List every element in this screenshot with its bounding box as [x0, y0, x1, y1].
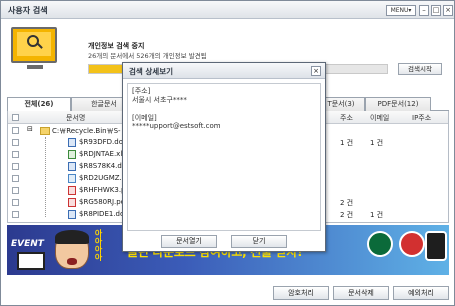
dialog-title: 검색 상세보기 [129, 67, 174, 76]
col-name: 문서명 [66, 114, 86, 122]
row-checkbox[interactable] [12, 175, 19, 182]
docx-file-icon [68, 210, 76, 219]
row-checkbox[interactable] [12, 127, 19, 134]
delete-document-button[interactable]: 문서삭제 [333, 286, 389, 300]
tab-all[interactable]: 전체(26) [7, 97, 71, 112]
detail-content: [주소] 서울시 서초구**** [이메일] *****upport@estso… [127, 83, 321, 231]
row-checkbox[interactable] [12, 211, 19, 218]
col-email: 이메일 [370, 114, 390, 122]
docx-file-icon [68, 162, 76, 171]
dialog-close-icon[interactable]: × [311, 66, 321, 76]
collapse-toggle[interactable]: ⊟ [27, 125, 33, 133]
search-detail-dialog: 검색 상세보기 × [주소] 서울시 서초구**** [이메일] *****up… [122, 62, 326, 252]
tab-pdf[interactable]: PDF문서(12) [365, 97, 431, 111]
close-button[interactable]: × [443, 5, 453, 16]
open-document-button[interactable]: 문서열기 [161, 235, 217, 248]
row-checkbox[interactable] [12, 163, 19, 170]
folder-path: C:￦Recycle.Bin￦S- [52, 127, 121, 135]
row-checkbox[interactable] [12, 139, 19, 146]
file-name: $RG580RJ.pdf [79, 198, 128, 206]
gift-device-icon [425, 231, 447, 261]
detail-line: *****upport@estsoft.com [132, 122, 221, 130]
screaming-person-illustration [55, 230, 89, 269]
dialog-title-bar: 검색 상세보기 [123, 63, 325, 79]
monitor-illustration [17, 252, 45, 270]
minimize-button[interactable]: – [419, 5, 429, 16]
menu-button[interactable]: MENU▾ [386, 5, 416, 16]
scan-status-subtitle: 26개의 문서에서 526개의 개인정보 발견됨 [88, 52, 207, 60]
col-address: 주소 [340, 114, 353, 122]
row-checkbox[interactable] [12, 151, 19, 158]
select-all-checkbox[interactable] [12, 114, 19, 121]
file-name: $R93DFD.doc [79, 138, 127, 146]
monitor-search-icon [11, 27, 57, 69]
dialog-close-button[interactable]: 닫기 [231, 235, 287, 248]
address-count: 2 건 [340, 199, 354, 207]
docx-file-icon [68, 138, 76, 147]
detail-line: 서울시 서초구**** [132, 96, 187, 104]
email-count: 1 건 [370, 139, 384, 147]
email-count: 1 건 [370, 211, 384, 219]
maximize-button[interactable]: □ [431, 5, 441, 16]
gift-item-icon [399, 231, 425, 257]
row-checkbox[interactable] [12, 199, 19, 206]
encrypt-button[interactable]: 암호처리 [273, 286, 329, 300]
pdf-file-icon [68, 198, 76, 207]
folder-icon [40, 127, 50, 135]
hwp-file-icon [68, 174, 76, 183]
exclude-button[interactable]: 예외처리 [393, 286, 449, 300]
xlsx-file-icon [68, 150, 76, 159]
address-count: 2 건 [340, 211, 354, 219]
col-ip: IP주소 [412, 114, 432, 122]
row-checkbox[interactable] [12, 187, 19, 194]
pdf-file-icon [68, 186, 76, 195]
address-count: 1 건 [340, 139, 354, 147]
title-bar: 사용자 검색 MENU▾ – □ × [1, 1, 454, 19]
scan-start-button[interactable]: 검색시작 [398, 63, 442, 75]
event-tag: EVENT [11, 239, 44, 249]
window-title: 사용자 검색 [8, 6, 48, 15]
user-search-window: 사용자 검색 MENU▾ – □ × 개인정보 검색 중지 26개의 문서에서 … [0, 0, 455, 306]
banner-exclaim: 아아아아 [94, 229, 103, 261]
gift-coffee-icon [367, 231, 393, 257]
